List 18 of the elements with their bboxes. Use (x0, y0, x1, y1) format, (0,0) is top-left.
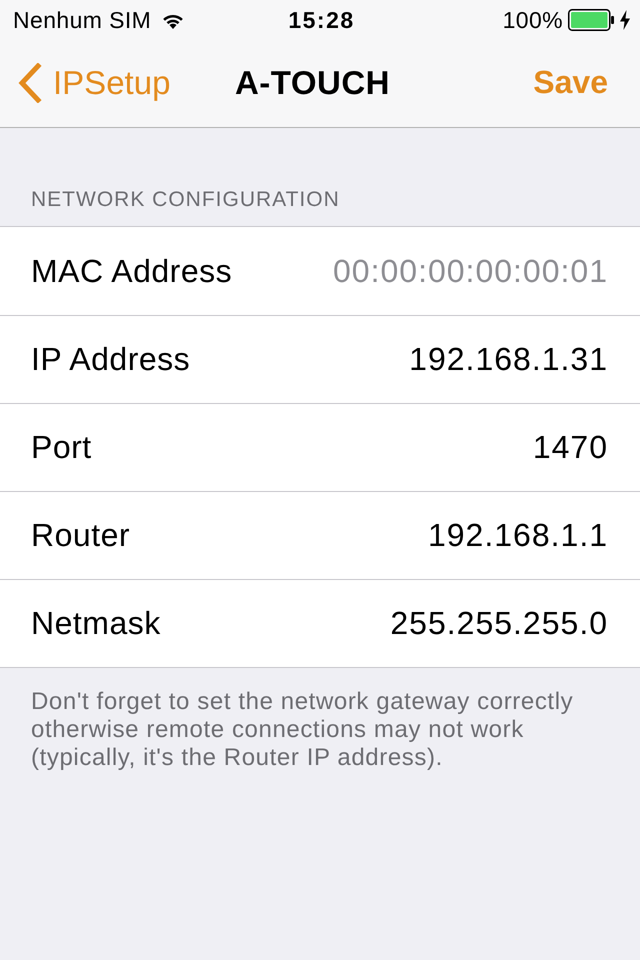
footer-note: Don't forget to set the network gateway correctly otherwise remote connections may not work (typically, it's the Router IP address). (31, 688, 574, 772)
battery-percentage: 100% (502, 6, 563, 34)
carrier-name: Nenhum SIM (13, 6, 152, 34)
setting-value: 00:00:00:00:00:01 (332, 252, 608, 290)
setting-label: Netmask (31, 605, 161, 642)
setting-value[interactable]: 192.168.1.31 (409, 341, 608, 378)
section-header: NETWORK CONFIGURATION (31, 188, 340, 212)
setting-label: IP Address (31, 341, 190, 378)
setting-value[interactable]: 192.168.1.1 (428, 517, 608, 554)
setting-label: Router (31, 517, 130, 554)
setting-label: Port (31, 429, 92, 466)
setting-value[interactable]: 255.255.255.0 (390, 605, 608, 642)
chevron-left-icon (17, 62, 42, 102)
battery-icon (568, 9, 615, 31)
status-time: 15:28 (288, 6, 355, 34)
setting-value[interactable]: 1470 (532, 429, 608, 466)
nav-title: A-TOUCH (234, 64, 390, 102)
setting-label: MAC Address (31, 252, 232, 290)
